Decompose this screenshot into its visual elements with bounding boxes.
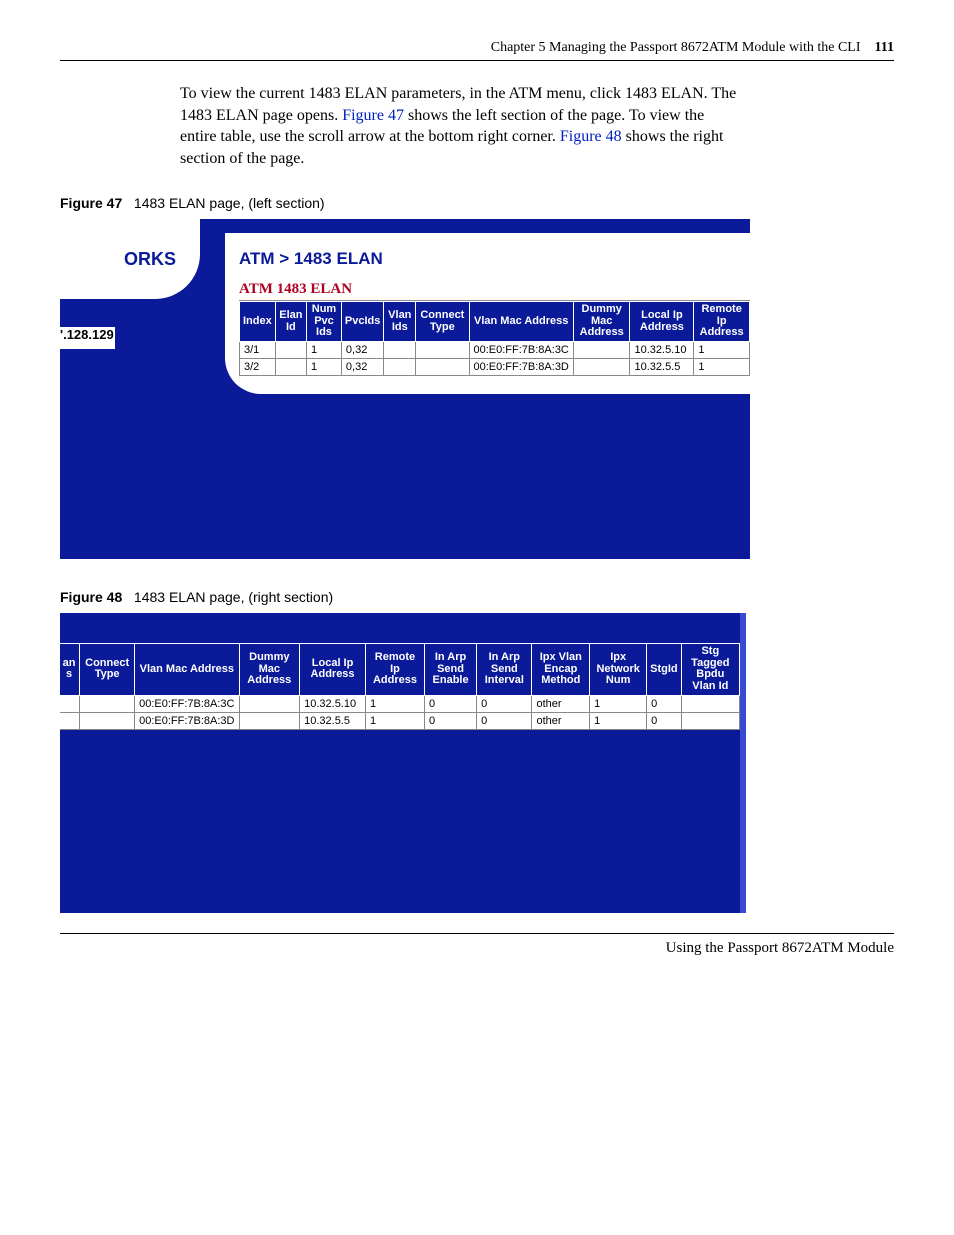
body-paragraph: To view the current 1483 ELAN parameters… xyxy=(180,83,740,169)
cell-ipxm: other xyxy=(532,712,590,729)
th-num-pvc-ids: Num Pvc Ids xyxy=(307,302,342,342)
cell-vlanids xyxy=(384,359,416,376)
cell-ipxm: other xyxy=(532,695,590,712)
th-index: Index xyxy=(240,302,276,342)
chapter-label: Chapter 5 Managing the Passport 8672ATM … xyxy=(491,40,861,55)
cell-mac: 00:E0:FF:7B:8A:3D xyxy=(135,712,239,729)
cell-localip: 10.32.5.10 xyxy=(630,342,694,359)
cell-elan xyxy=(275,359,306,376)
th-connect-type: Connect Type xyxy=(80,644,135,695)
table-row: 3/2 1 0,32 00:E0:FF:7B:8A:3D 10.32.5.5 1 xyxy=(240,359,750,376)
th-local-ip: Local Ip Address xyxy=(300,644,366,695)
cell-connect xyxy=(80,712,135,729)
figure-47-label: Figure 47 xyxy=(60,195,122,211)
elan-table-left: Index Elan Id Num Pvc Ids PvcIds Vlan Id… xyxy=(239,301,750,376)
ip-fragment: '.128.129 xyxy=(60,327,114,342)
th-connect-type: Connect Type xyxy=(416,302,469,342)
table-header-row: Index Elan Id Num Pvc Ids PvcIds Vlan Id… xyxy=(240,302,750,342)
th-vlan-mac: Vlan Mac Address xyxy=(469,302,573,342)
cell-elan xyxy=(275,342,306,359)
cell-mac: 00:E0:FF:7B:8A:3C xyxy=(469,342,573,359)
content-panel-left: ATM > 1483 ELAN ATM 1483 ELAN Index Elan… xyxy=(225,233,750,394)
cell-localip: 10.32.5.10 xyxy=(300,695,366,712)
cell-dummy xyxy=(239,695,300,712)
cell-remote: 1 xyxy=(365,712,424,729)
th-pvcids: PvcIds xyxy=(341,302,383,342)
logo-fragment: ORKS xyxy=(124,249,176,270)
cell-stgv xyxy=(681,712,739,729)
cell-stgv xyxy=(681,695,739,712)
page-footer: Using the Passport 8672ATM Module xyxy=(60,933,894,957)
page-number: 111 xyxy=(875,40,894,55)
th-dummy-mac: Dummy Mac Address xyxy=(573,302,630,342)
th-an-s: an s xyxy=(60,644,80,695)
page-header: Chapter 5 Managing the Passport 8672ATM … xyxy=(60,40,894,61)
cell-mac: 00:E0:FF:7B:8A:3C xyxy=(135,695,239,712)
th-local-ip: Local Ip Address xyxy=(630,302,694,342)
cell-pvcids: 0,32 xyxy=(341,359,383,376)
figure-47-screenshot: ORKS '.128.129 ATM > 1483 ELAN ATM 1483 … xyxy=(60,219,750,559)
th-stg-vlan: Stg Tagged Bpdu Vlan Id xyxy=(681,644,739,695)
cell-ans xyxy=(60,712,80,729)
cell-connect xyxy=(416,359,469,376)
th-vlan-ids: Vlan Ids xyxy=(384,302,416,342)
xref-figure-48[interactable]: Figure 48 xyxy=(560,128,622,145)
section-title: ATM 1483 ELAN xyxy=(239,279,750,301)
figure-48-title: 1483 ELAN page, (right section) xyxy=(134,589,333,605)
cell-remoteip: 1 xyxy=(694,342,750,359)
content-panel-right: an s Connect Type Vlan Mac Address Dummy… xyxy=(60,643,740,729)
cell-dummy xyxy=(573,359,630,376)
cell-remote: 1 xyxy=(365,695,424,712)
table-row: 3/1 1 0,32 00:E0:FF:7B:8A:3C 10.32.5.10 … xyxy=(240,342,750,359)
cell-stgid: 0 xyxy=(647,712,682,729)
th-dummy-mac: Dummy Mac Address xyxy=(239,644,300,695)
cell-index: 3/2 xyxy=(240,359,276,376)
th-ipx-net: Ipx Network Num xyxy=(590,644,647,695)
th-vlan-mac: Vlan Mac Address xyxy=(135,644,239,695)
th-arp-interval: In Arp Send Interval xyxy=(477,644,532,695)
cell-numpvc: 1 xyxy=(307,359,342,376)
th-ipx-encap: Ipx Vlan Encap Method xyxy=(532,644,590,695)
figure-47-title: 1483 ELAN page, (left section) xyxy=(134,195,325,211)
figure-47-caption: Figure 47 1483 ELAN page, (left section) xyxy=(60,195,894,211)
cell-ipxn: 1 xyxy=(590,712,647,729)
cell-connect xyxy=(416,342,469,359)
cell-remoteip: 1 xyxy=(694,359,750,376)
cell-arpint: 0 xyxy=(477,695,532,712)
logo-block: ORKS xyxy=(60,219,200,299)
cell-pvcids: 0,32 xyxy=(341,342,383,359)
table-row: 00:E0:FF:7B:8A:3D 10.32.5.5 1 0 0 other … xyxy=(60,712,740,729)
cell-numpvc: 1 xyxy=(307,342,342,359)
figure-48-screenshot: an s Connect Type Vlan Mac Address Dummy… xyxy=(60,613,746,913)
breadcrumb: ATM > 1483 ELAN xyxy=(239,243,750,279)
cell-arpen: 0 xyxy=(424,712,476,729)
cell-localip: 10.32.5.5 xyxy=(300,712,366,729)
cell-arpen: 0 xyxy=(424,695,476,712)
cell-ipxn: 1 xyxy=(590,695,647,712)
cell-index: 3/1 xyxy=(240,342,276,359)
cell-localip: 10.32.5.5 xyxy=(630,359,694,376)
footer-text: Using the Passport 8672ATM Module xyxy=(666,940,894,956)
elan-table-right: an s Connect Type Vlan Mac Address Dummy… xyxy=(60,643,740,729)
figure-48-caption: Figure 48 1483 ELAN page, (right section… xyxy=(60,589,894,605)
th-remote-ip: Remote Ip Address xyxy=(365,644,424,695)
cell-dummy xyxy=(239,712,300,729)
cell-dummy xyxy=(573,342,630,359)
cell-ans xyxy=(60,695,80,712)
th-elan-id: Elan Id xyxy=(275,302,306,342)
cell-connect xyxy=(80,695,135,712)
table-header-row: an s Connect Type Vlan Mac Address Dummy… xyxy=(60,644,740,695)
th-remote-ip: Remote Ip Address xyxy=(694,302,750,342)
table-row: 00:E0:FF:7B:8A:3C 10.32.5.10 1 0 0 other… xyxy=(60,695,740,712)
xref-figure-47[interactable]: Figure 47 xyxy=(342,107,404,124)
cell-vlanids xyxy=(384,342,416,359)
th-arp-enable: In Arp Send Enable xyxy=(424,644,476,695)
cell-mac: 00:E0:FF:7B:8A:3D xyxy=(469,359,573,376)
th-stgid: StgId xyxy=(647,644,682,695)
cell-stgid: 0 xyxy=(647,695,682,712)
figure-48-label: Figure 48 xyxy=(60,589,122,605)
cell-arpint: 0 xyxy=(477,712,532,729)
